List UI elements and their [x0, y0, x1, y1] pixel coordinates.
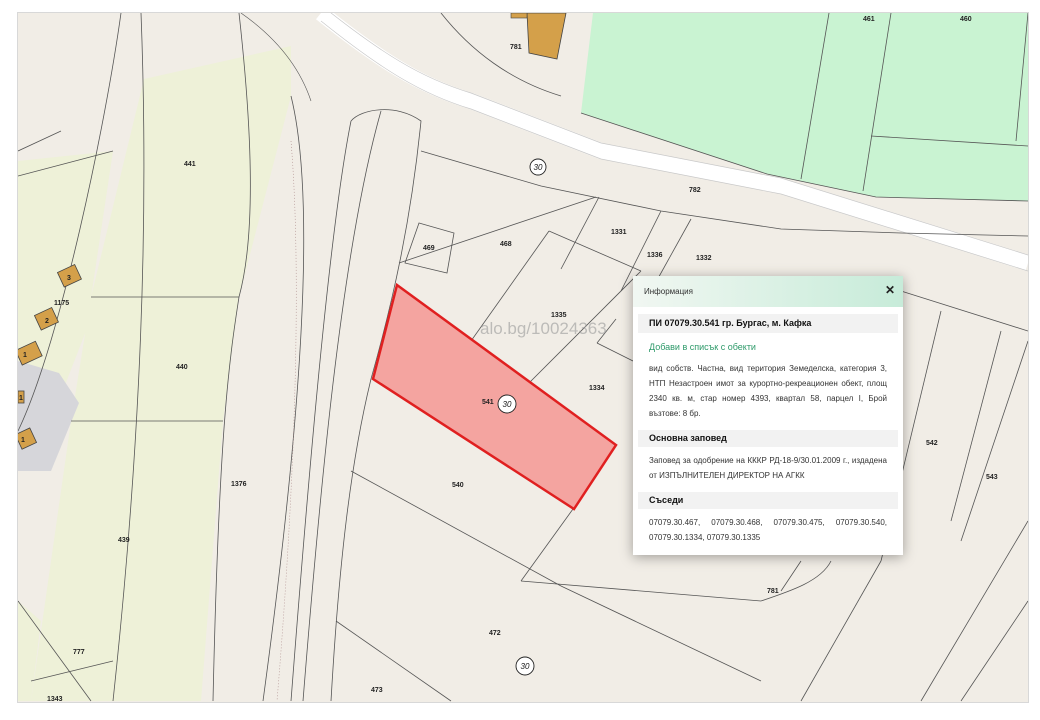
parcel-label: 777 [73, 649, 85, 656]
road-number: 30 [503, 400, 512, 409]
order-section-title: Основна заповед [638, 430, 898, 447]
parcel-label: 461 [863, 16, 875, 23]
order-text: Заповед за одобрение на КККР РД-18-9/30.… [649, 456, 887, 480]
close-icon[interactable]: ✕ [883, 283, 897, 297]
parcel-label: 781 [767, 588, 779, 595]
parcel-label: 469 [423, 245, 435, 252]
parcel-label: 441 [184, 161, 196, 168]
add-to-list-link[interactable]: Добави в списък с обекти [649, 342, 887, 352]
parcel-label: 1343 [47, 696, 63, 702]
parcel-label: 542 [926, 440, 938, 447]
building-number: 2 [45, 318, 49, 325]
zone-440 [71, 297, 239, 421]
parcel-label: 541 [482, 399, 494, 406]
parcel-label: 472 [489, 630, 501, 637]
popup-title: Информация [644, 287, 693, 296]
info-popup[interactable]: Информация ✕ ПИ 07079.30.541 гр. Бургас,… [633, 276, 903, 555]
parcel-label: 540 [452, 482, 464, 489]
parcel-label: 439 [118, 537, 130, 544]
building-number: 1 [21, 437, 25, 444]
neighbors-section-title: Съседи [638, 492, 898, 509]
parcel-label: 543 [986, 474, 998, 481]
building-number: 1 [23, 352, 27, 359]
parcel-label: 440 [176, 364, 188, 371]
parcel-label: 1175 [54, 300, 69, 307]
building-number: 3 [67, 275, 71, 282]
parcel-label: 473 [371, 687, 383, 694]
parcel-label: 1335 [551, 312, 567, 319]
road-number: 30 [521, 662, 530, 671]
neighbors-text: 07079.30.467, 07079.30.468, 07079.30.475… [649, 518, 887, 542]
parcel-label: 1376 [231, 481, 247, 488]
parcel-label: 1331 [611, 229, 627, 236]
building-number: 1 [19, 395, 23, 402]
parcel-label: 781 [510, 44, 522, 51]
building [510, 13, 528, 19]
parcel-label: 460 [960, 16, 972, 23]
popup-header: Информация ✕ [633, 276, 903, 307]
parcel-label: 1336 [647, 252, 663, 259]
parcel-label: 1334 [589, 385, 605, 392]
parcel-label: 468 [500, 241, 512, 248]
road-number: 30 [534, 163, 543, 172]
parcel-label: 1332 [696, 255, 712, 262]
watermark: alo.bg/10024363 [480, 319, 607, 338]
parcel-label: 782 [689, 187, 701, 194]
property-title: ПИ 07079.30.541 гр. Бургас, м. Кафка [638, 314, 898, 333]
property-description: вид собств. Частна, вид територия Земеде… [649, 364, 887, 418]
cadastral-map[interactable]: 30 30 30 alo.bg/10024363 461 460 441 440… [17, 12, 1029, 703]
